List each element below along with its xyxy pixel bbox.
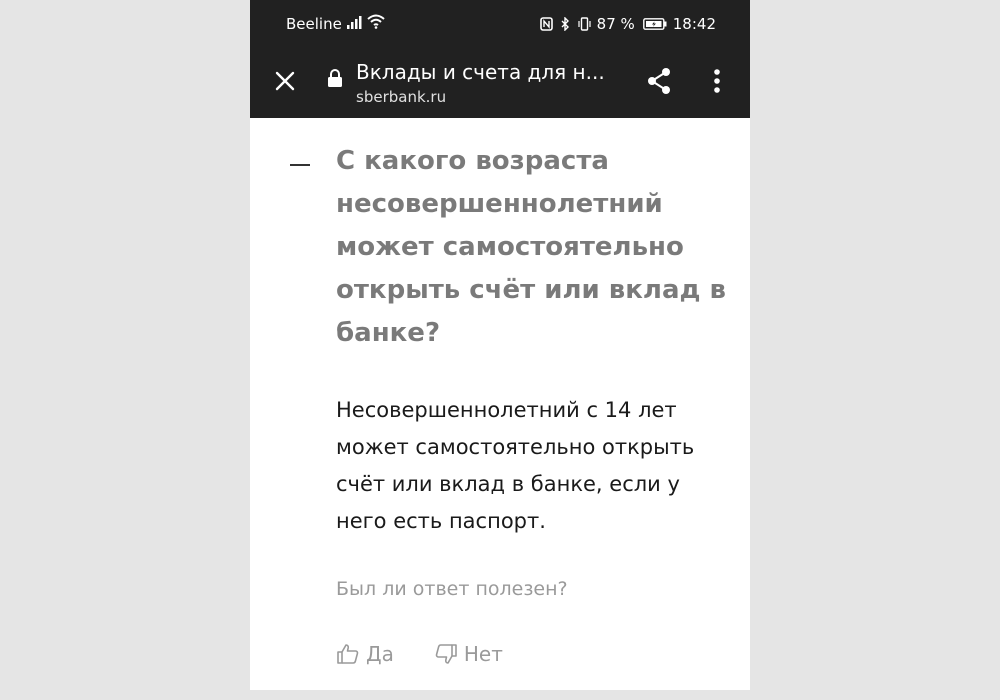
feedback-yes-button[interactable]: Да [336,642,394,666]
browser-toolbar: Вклады и счета для н... sberbank.ru [250,44,750,118]
feedback-no-button[interactable]: Нет [434,642,503,666]
status-bar: Beeline 87 % 18:42 [250,0,750,44]
faq-question[interactable]: С какого возраста несовершеннолетний мож… [336,140,726,355]
feedback-no-label: Нет [463,642,503,666]
feedback-question: Был ли ответ полезен? [336,578,568,600]
close-icon [275,71,295,91]
nfc-icon [539,17,553,31]
status-right-group: 87 % 18:42 [539,15,716,33]
thumbs-up-icon [337,644,359,664]
share-icon [648,68,670,94]
feedback-yes-label: Да [366,642,394,666]
bluetooth-icon [561,17,569,31]
faq-content: С какого возраста несовершеннолетний мож… [250,118,750,690]
share-button[interactable] [642,64,676,98]
feedback-buttons: Да Нет [336,642,503,666]
collapse-toggle[interactable] [290,164,310,166]
thumbs-down-icon [435,644,457,664]
vibrate-icon [578,17,591,31]
battery-percent: 87 % [596,15,635,33]
battery-icon [642,18,667,30]
page-url: sberbank.ru [356,88,447,106]
more-menu-button[interactable] [702,64,732,98]
close-button[interactable] [268,64,302,98]
signal-icon [347,16,362,29]
wifi-icon [367,14,385,29]
carrier-name: Beeline [286,15,342,33]
phone-screen: Beeline 87 % 18:42 Вклады и счета для н.… [250,0,750,690]
more-vert-icon [714,69,720,93]
faq-answer: Несовершеннолетний с 14 лет может самост… [336,398,695,533]
lock-icon [328,69,342,87]
status-time: 18:42 [672,15,716,33]
page-title: Вклады и счета для н... [356,60,605,84]
